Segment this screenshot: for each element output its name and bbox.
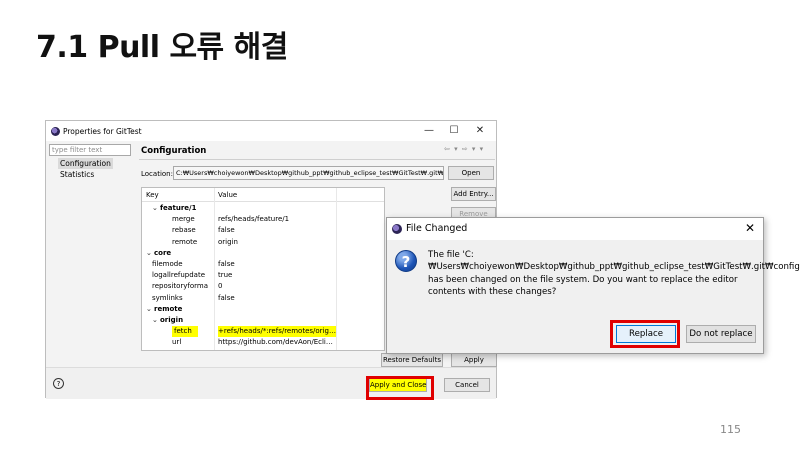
eclipse-icon — [51, 127, 60, 136]
tree-row[interactable]: ⌄ remote — [142, 304, 384, 315]
tree-row-value: +refs/heads/*:refs/remotes/origin/* — [218, 326, 336, 338]
tree-row[interactable]: fetch +refs/heads/*:refs/remotes/origin/* — [142, 326, 384, 338]
tree-row-value: origin — [218, 237, 238, 246]
tree-row-key: logallrefupdate — [152, 270, 205, 281]
tree-row-key: fetch — [172, 326, 198, 338]
divider — [139, 159, 495, 160]
cancel-button[interactable]: Cancel — [444, 378, 490, 392]
tree-row-key-text: rebase — [172, 226, 196, 235]
replace-callout — [610, 320, 680, 348]
tree-header-value: Value — [218, 191, 238, 199]
location-field[interactable]: C:₩Users₩choiyewon₩Desktop₩github_ppt₩gi… — [173, 166, 444, 180]
expand-caret-icon[interactable]: ⌄ — [146, 248, 154, 259]
filter-input[interactable]: type filter text — [49, 144, 131, 156]
tree-row-key-text: repositoryforma — [152, 282, 209, 291]
tree-row-value: false — [218, 260, 235, 268]
tree-row-key: repositoryforma — [152, 281, 208, 292]
tree-row-key: ⌄ remote — [146, 304, 182, 315]
tree-row-key-text: feature/1 — [160, 204, 197, 212]
tree-row-key-text: core — [154, 248, 172, 257]
tree-row-key: ⌄ core — [146, 248, 171, 259]
tree-row[interactable]: url https://github.com/devAon/Eclips... — [142, 337, 384, 348]
dialog-titlebar: File Changed ✕ — [387, 218, 763, 240]
page-heading: Configuration — [141, 146, 207, 156]
tree-row-key: symlinks — [152, 293, 183, 304]
tree-row-value: https://github.com/devAon/Eclips... — [218, 338, 336, 347]
tree-row-value: false — [218, 226, 235, 235]
dialog-close-icon[interactable]: ✕ — [745, 221, 755, 235]
tree-row-key-text: merge — [172, 215, 195, 224]
tree-row-key: url — [172, 337, 181, 348]
tree-row-key: merge — [172, 214, 195, 225]
tree-row-key-text: origin — [160, 316, 184, 324]
tree-row[interactable]: filemode false — [142, 259, 384, 270]
tree-row-key-text: url — [172, 338, 182, 347]
eclipse-icon — [392, 224, 402, 234]
tree-row-key: ⌄ origin — [152, 315, 183, 326]
maximize-button[interactable]: ☐ — [443, 124, 465, 138]
tree-row[interactable]: repositoryforma 0 — [142, 281, 384, 292]
properties-window-title: Properties for GitTest — [63, 127, 142, 136]
tree-row-key-text: filemode — [152, 260, 183, 268]
page-number: 115 — [720, 423, 741, 436]
location-label: Location: — [141, 170, 173, 178]
tree-row[interactable]: ⌄ core — [142, 248, 384, 259]
minimize-button[interactable]: — — [418, 124, 440, 138]
close-button[interactable]: ✕ — [469, 124, 491, 138]
help-icon[interactable]: ? — [53, 378, 64, 389]
do-not-replace-button[interactable]: Do not replace — [686, 325, 756, 343]
dialog-title: File Changed — [406, 223, 468, 234]
apply-button[interactable]: Apply — [451, 353, 497, 367]
tree-row[interactable]: ⌄ origin — [142, 315, 384, 326]
open-button[interactable]: Open — [448, 166, 494, 180]
expand-caret-icon[interactable]: ⌄ — [146, 304, 154, 315]
apply-and-close-callout — [366, 376, 434, 400]
tree-row-key: ⌄ feature/1 — [152, 203, 196, 214]
tree-header-key: Key — [146, 191, 159, 199]
tree-row-value: refs/heads/feature/1 — [218, 215, 290, 224]
slide-title: 7.1 Pull 오류 해결 — [36, 30, 288, 65]
restore-defaults-button[interactable]: Restore Defaults — [381, 353, 443, 367]
dialog-message: The file 'C:₩Users₩choiyewon₩Desktop₩git… — [428, 250, 800, 298]
config-tree[interactable]: Key Value ⌄ feature/1 merge refs/heads/feat… — [141, 187, 385, 351]
tree-header: Key Value — [142, 188, 384, 202]
tree-row-value: 0 — [218, 282, 223, 291]
tree-row-key: filemode — [152, 259, 183, 270]
tree-row-key-text: remote — [172, 237, 198, 246]
tree-row-key: remote — [172, 237, 197, 248]
nav-item-statistics[interactable]: Statistics — [58, 169, 96, 180]
tree-row-value: false — [218, 293, 235, 302]
tree-row[interactable]: remote origin — [142, 237, 384, 248]
tree-row-key-text: fetch — [174, 327, 192, 336]
question-icon: ? — [395, 250, 417, 272]
tree-row-value: true — [218, 271, 233, 280]
tree-row[interactable]: ⌄ feature/1 — [142, 203, 384, 214]
expand-caret-icon[interactable]: ⌄ — [152, 203, 160, 214]
tree-row[interactable]: symlinks false — [142, 293, 384, 304]
tree-row-key-text: remote — [154, 304, 183, 313]
tree-row-key-text: symlinks — [152, 293, 183, 302]
history-arrows-icon[interactable]: ⇦ ▾ ⇨ ▾ ▾ — [444, 145, 484, 153]
tree-row-key-text: logallrefupdate — [152, 271, 206, 280]
tree-row[interactable]: merge refs/heads/feature/1 — [142, 214, 384, 225]
properties-titlebar: Properties for GitTest — ☐ ✕ — [46, 121, 496, 141]
add-entry-button[interactable]: Add Entry... — [451, 187, 496, 201]
nav-item-configuration[interactable]: Configuration — [58, 158, 113, 169]
tree-row[interactable]: logallrefupdate true — [142, 270, 384, 281]
tree-row-key: rebase — [172, 225, 196, 236]
file-changed-dialog: File Changed ✕ ? The file 'C:₩Users₩choi… — [386, 217, 800, 354]
expand-caret-icon[interactable]: ⌄ — [152, 315, 160, 326]
tree-row[interactable]: rebase false — [142, 225, 384, 236]
